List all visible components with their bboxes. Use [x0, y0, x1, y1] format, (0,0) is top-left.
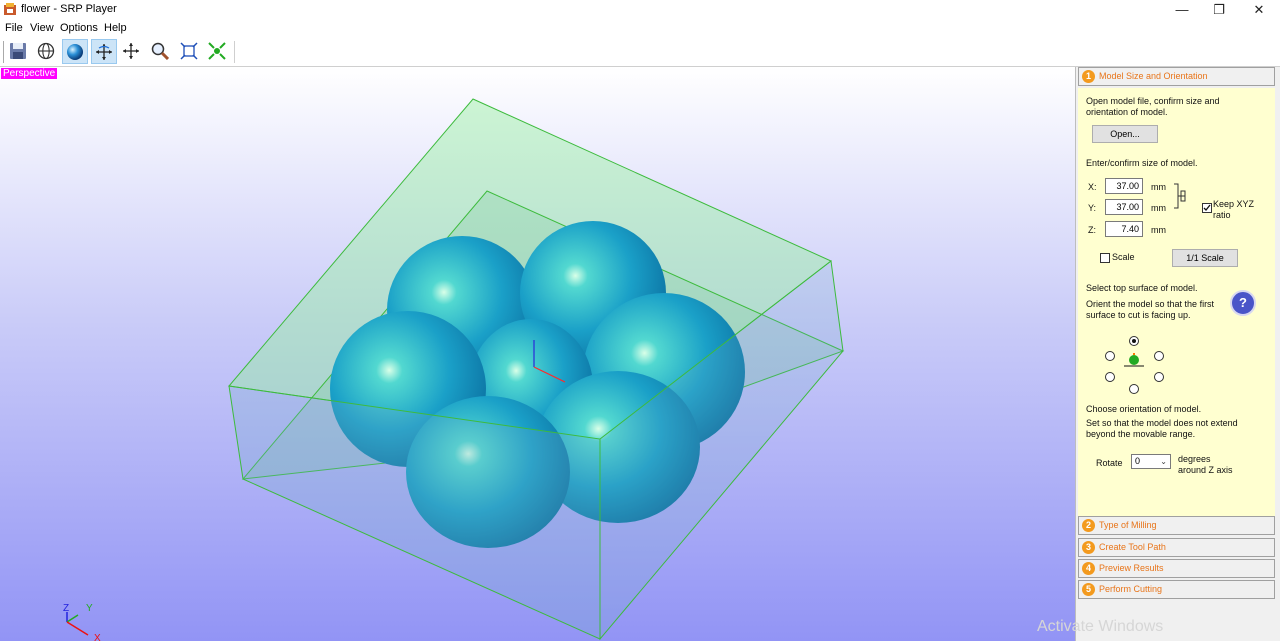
app-icon	[4, 3, 16, 15]
pan-icon	[123, 43, 139, 59]
orientation-radio-top[interactable]	[1129, 336, 1139, 346]
orientation-radio-bottom[interactable]	[1129, 384, 1139, 394]
reset-view-icon	[208, 42, 226, 60]
orientation-radio-left-upper[interactable]	[1105, 351, 1115, 361]
menu-options[interactable]: Options	[60, 22, 98, 34]
orientation-title: Choose orientation of model.	[1086, 404, 1202, 414]
orientation-model-icon	[1124, 353, 1144, 367]
step-2-header[interactable]: 2 Type of Milling	[1078, 516, 1275, 535]
y-label: Y:	[1088, 203, 1097, 213]
x-unit: mm	[1151, 182, 1166, 192]
keep-ratio-checkbox[interactable]	[1202, 203, 1212, 213]
step-label: Preview Results	[1099, 563, 1164, 573]
save-icon	[10, 43, 26, 59]
y-size-field[interactable]: 37.00	[1105, 199, 1143, 215]
step-number: 3	[1082, 541, 1095, 554]
zoom-button[interactable]	[148, 39, 174, 64]
step-number: 5	[1082, 583, 1095, 596]
rotate-button[interactable]	[91, 39, 117, 64]
sphere-render-icon	[67, 44, 83, 60]
menu-file[interactable]: File	[5, 22, 23, 34]
size-instructions: Enter/confirm size of model.	[1086, 158, 1198, 168]
step-number: 2	[1082, 519, 1095, 532]
axis-z-label: Z	[63, 603, 69, 614]
step-number: 4	[1082, 562, 1095, 575]
orientation-instructions: Set so that the model does not extend be…	[1086, 418, 1238, 439]
rotate-select[interactable]: 0 ⌄	[1131, 454, 1171, 469]
menu-help[interactable]: Help	[104, 22, 127, 34]
keep-ratio-label: Keep XYZ ratio	[1213, 199, 1255, 220]
step-3-header[interactable]: 3 Create Tool Path	[1078, 538, 1275, 557]
globe-button[interactable]	[34, 39, 60, 64]
model-scene[interactable]: Z Y X	[0, 67, 1075, 641]
menu-view[interactable]: View	[30, 22, 54, 34]
rotate-label: Rotate	[1096, 458, 1123, 468]
step-1-body: Open model file, confirm size and orient…	[1078, 88, 1275, 516]
axis-triad: Z Y X	[63, 603, 101, 641]
maximize-button[interactable]: ❐	[1199, 0, 1239, 20]
zoom-icon	[151, 42, 169, 60]
toolbar	[0, 37, 1280, 67]
surface-instructions: Orient the model so that the first surfa…	[1086, 299, 1215, 320]
orientation-radio-right-lower[interactable]	[1154, 372, 1164, 382]
render-button[interactable]	[62, 39, 88, 64]
rotate-unit: degrees around Z axis	[1178, 454, 1233, 475]
z-label: Z:	[1088, 225, 1096, 235]
scale-checkbox[interactable]	[1100, 253, 1110, 263]
toolbar-grip	[3, 41, 4, 63]
rotate-value: 0	[1135, 456, 1141, 466]
close-button[interactable]: ✕	[1239, 0, 1279, 20]
checkmark-icon	[1203, 204, 1211, 211]
fit-view-button[interactable]	[177, 39, 203, 64]
activate-windows-watermark: Activate Windows	[1037, 618, 1164, 635]
open-button[interactable]: Open...	[1092, 125, 1158, 143]
minimize-button[interactable]: —	[1162, 0, 1202, 20]
orientation-radio-left-lower[interactable]	[1105, 372, 1115, 382]
menu-bar: File View Options Help	[0, 20, 1280, 37]
chevron-down-icon: ⌄	[1160, 457, 1167, 466]
step-label: Model Size and Orientation	[1099, 71, 1208, 81]
one-to-one-scale-button[interactable]: 1/1 Scale	[1172, 249, 1238, 267]
z-unit: mm	[1151, 225, 1166, 235]
help-button[interactable]: ?	[1230, 290, 1256, 316]
3d-viewport[interactable]: Z Y X Perspective	[0, 67, 1075, 641]
wizard-panel: 1 Model Size and Orientation Open model …	[1075, 67, 1280, 641]
y-unit: mm	[1151, 203, 1166, 213]
x-size-field[interactable]: 37.00	[1105, 178, 1143, 194]
save-button[interactable]	[6, 39, 32, 64]
fit-view-icon	[180, 42, 198, 60]
pan-button[interactable]	[119, 39, 145, 64]
title-bar: flower - SRP Player — ❐ ✕	[0, 0, 1280, 20]
step-label: Perform Cutting	[1099, 584, 1163, 594]
z-size-field[interactable]: 7.40	[1105, 221, 1143, 237]
window-title: flower - SRP Player	[21, 3, 117, 15]
globe-icon	[37, 42, 55, 60]
step-number: 1	[1082, 70, 1095, 83]
link-chain-icon	[1174, 183, 1186, 209]
orientation-radio-right-upper[interactable]	[1154, 351, 1164, 361]
axis-y-label: Y	[86, 603, 93, 614]
step-5-header[interactable]: 5 Perform Cutting	[1078, 580, 1275, 599]
reset-view-button[interactable]	[205, 39, 231, 64]
step-1-header[interactable]: 1 Model Size and Orientation	[1078, 67, 1275, 86]
perspective-label: Perspective	[1, 68, 58, 79]
rotate-icon	[96, 44, 112, 60]
step-label: Create Tool Path	[1099, 542, 1166, 552]
step-4-header[interactable]: 4 Preview Results	[1078, 559, 1275, 578]
scale-label: Scale	[1112, 252, 1135, 262]
surface-title: Select top surface of model.	[1086, 283, 1198, 293]
step-label: Type of Milling	[1099, 520, 1157, 530]
open-instructions: Open model file, confirm size and orient…	[1086, 96, 1220, 117]
toolbar-divider	[234, 41, 235, 63]
axis-x-label: X	[94, 633, 101, 641]
x-label: X:	[1088, 182, 1097, 192]
